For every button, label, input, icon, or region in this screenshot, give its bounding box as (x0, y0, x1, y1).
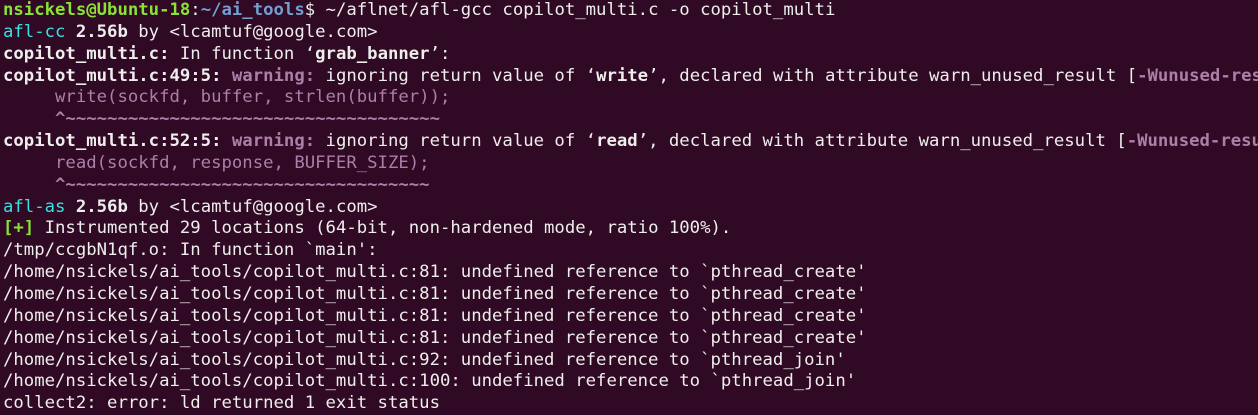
linker-output-line: /home/nsickels/ai_tools/copilot_multi.c:… (3, 305, 867, 326)
warning-caret-line: ^~~~~~~~~~~~~~~~~~~~~~~~~~~~~~~~~~~~ (3, 174, 430, 195)
linker-output-line: /home/nsickels/ai_tools/copilot_multi.c:… (3, 283, 867, 304)
shell-prompt-line: nsickels@Ubuntu-18:~/ai_tools$ ~/aflnet/… (3, 0, 1258, 22)
warning-flag: -Wunused-result (1126, 131, 1258, 152)
afl-cc-banner: afl-cc 2.56b by <lcamtuf@google.com> (3, 22, 1258, 44)
warning-message: ignoring return value of ‘ (315, 131, 597, 152)
instrumented-line: [+] Instrumented 29 locations (64-bit, n… (3, 218, 1258, 240)
function-context-name: grab_banner (315, 43, 430, 64)
linker-output-line: /home/nsickels/ai_tools/copilot_multi.c:… (3, 349, 846, 370)
function-context-text: In function ‘ (169, 43, 316, 64)
warning-code-snippet: read(sockfd, response, BUFFER_SIZE); (3, 152, 430, 173)
function-context-file: copilot_multi.c: (3, 43, 170, 64)
warning-function: write (596, 65, 649, 86)
warning-flag: -Wunused-result (1137, 65, 1258, 86)
afl-cc-name: afl-cc (3, 21, 66, 42)
warning-function: read (596, 131, 638, 152)
warning-label: warning: (221, 65, 316, 86)
warning-location: copilot_multi.c:52:5: (3, 131, 222, 152)
prompt-path: ~/ai_tools (200, 0, 305, 20)
warning-line-read: copilot_multi.c:52:5: warning: ignoring … (3, 131, 1258, 153)
prompt-separator: : (190, 0, 201, 20)
warning-label: warning: (221, 131, 316, 152)
prompt-user-host: nsickels@Ubuntu-18 (3, 0, 191, 20)
warning-message-rest: ’, declared with attribute warn_unused_r… (637, 131, 1127, 152)
linker-error-line: collect2: error: ld returned 1 exit stat… (3, 393, 440, 414)
warning-message: ignoring return value of ‘ (315, 65, 597, 86)
afl-cc-version: 2.56b (75, 21, 128, 42)
linker-output-line: /home/nsickels/ai_tools/copilot_multi.c:… (3, 327, 867, 348)
afl-cc-author: by <lcamtuf@google.com> (127, 21, 378, 42)
warning-message-rest: ’, declared with attribute warn_unused_r… (648, 65, 1138, 86)
plus-marker: [+] (3, 218, 35, 239)
afl-as-banner: afl-as 2.56b by <lcamtuf@google.com> (3, 197, 1258, 219)
prompt-symbol: $ (304, 0, 326, 20)
linker-output-line: /home/nsickels/ai_tools/copilot_multi.c:… (3, 262, 867, 283)
linker-output-line: /home/nsickels/ai_tools/copilot_multi.c:… (3, 371, 857, 392)
afl-as-version: 2.56b (75, 196, 128, 217)
function-context-line: copilot_multi.c: In function ‘grab_banne… (3, 44, 1258, 66)
warning-caret-line: ^~~~~~~~~~~~~~~~~~~~~~~~~~~~~~~~~~~~~ (3, 109, 440, 130)
linker-output-line: /tmp/ccgbN1qf.o: In function `main': (3, 240, 378, 261)
prompt-command: ~/aflnet/afl-gcc copilot_multi.c -o copi… (325, 0, 836, 20)
warning-location: copilot_multi.c:49:5: (3, 65, 222, 86)
warning-line-write: copilot_multi.c:49:5: warning: ignoring … (3, 66, 1258, 88)
instrumented-text: Instrumented 29 locations (64-bit, non-h… (34, 218, 732, 239)
function-context-end: ’: (429, 43, 451, 64)
warning-code-snippet: write(sockfd, buffer, strlen(buffer)); (3, 87, 451, 108)
afl-as-author: by <lcamtuf@google.com> (127, 196, 378, 217)
terminal-window[interactable]: nsickels@Ubuntu-18:~/ai_tools$ ~/aflnet/… (0, 0, 1258, 414)
afl-as-name: afl-as (3, 196, 66, 217)
